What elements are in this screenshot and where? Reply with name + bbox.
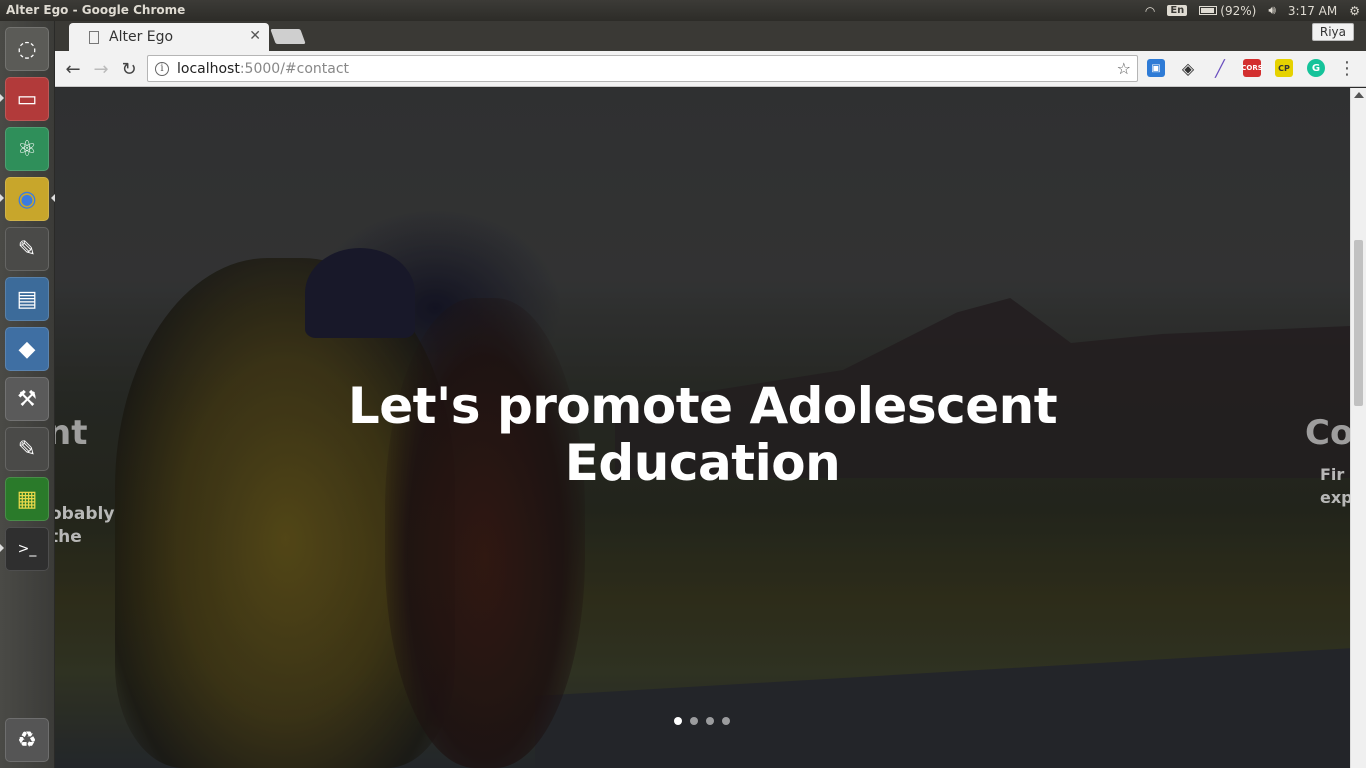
- prev-slide-text-line: the: [55, 527, 82, 547]
- wifi-icon[interactable]: ◠: [1145, 4, 1155, 18]
- carousel-dot-2[interactable]: [690, 717, 698, 725]
- extension-grammarly-icon[interactable]: G: [1307, 59, 1325, 77]
- chrome-menu-icon[interactable]: ⋮: [1338, 58, 1356, 79]
- url-host: localhost: [177, 60, 240, 77]
- site-info-icon[interactable]: i: [155, 61, 169, 76]
- next-slide-text-line: Fir: [1320, 465, 1345, 484]
- image-viewer-icon[interactable]: ▤: [5, 277, 49, 321]
- volume-icon[interactable]: 🔊︎: [1268, 3, 1276, 18]
- chrome-icon[interactable]: ◉: [5, 177, 49, 221]
- launcher: ◌ ▭ ⚛ ◉ ✎ ▤ ◆ ⚒ ✎ ▦ >_ ♻: [0, 21, 55, 768]
- launcher-running-pip: [0, 544, 4, 552]
- puzzle-game-icon[interactable]: ▦: [5, 477, 49, 521]
- virtualbox-icon[interactable]: ◆: [5, 327, 49, 371]
- carousel-dot-3[interactable]: [706, 717, 714, 725]
- prev-slide-text: obably the: [55, 503, 114, 549]
- close-tab-icon[interactable]: ✕: [249, 28, 261, 44]
- browser-tab-strip: Alter Ego ✕ Riya: [55, 21, 1366, 51]
- bookmark-star-icon[interactable]: ☆: [1117, 59, 1131, 78]
- files-icon[interactable]: ▭: [5, 77, 49, 121]
- extension-window-icon[interactable]: ▣: [1147, 59, 1165, 77]
- launcher-running-pip: [0, 194, 4, 202]
- scroll-up-arrow-icon[interactable]: [1354, 92, 1364, 98]
- page-scrollbar[interactable]: [1350, 88, 1366, 768]
- system-top-panel: Alter Ego - Google Chrome ◠ En (92%) 🔊︎ …: [0, 0, 1366, 21]
- atom-editor-icon[interactable]: ⚛: [5, 127, 49, 171]
- url-path: :5000/#contact: [239, 60, 350, 77]
- clock[interactable]: 3:17 AM: [1288, 4, 1337, 18]
- battery-indicator[interactable]: (92%): [1199, 4, 1256, 18]
- ubuntu-dash-icon[interactable]: ◌: [5, 27, 49, 71]
- trash-icon[interactable]: ♻: [5, 718, 49, 762]
- extension-diamond-icon[interactable]: ◈: [1179, 59, 1197, 78]
- hero-carousel: nt obably the Let's promote Adolescent E…: [55, 88, 1350, 768]
- next-slide-text: Fir exp: [1320, 463, 1350, 509]
- window-title: Alter Ego - Google Chrome: [6, 3, 186, 17]
- carousel-dot-4[interactable]: [722, 717, 730, 725]
- prev-slide-title: nt: [55, 413, 88, 453]
- system-indicators: ◠ En (92%) 🔊︎ 3:17 AM ⚙: [1145, 0, 1360, 21]
- reload-icon[interactable]: ↻: [117, 57, 141, 81]
- extension-cors-icon[interactable]: CORS: [1241, 59, 1263, 77]
- text-editor-2-icon[interactable]: ✎: [5, 427, 49, 471]
- back-arrow-icon[interactable]: ←: [61, 57, 85, 81]
- extension-cp-icon[interactable]: CP: [1275, 59, 1293, 77]
- new-tab-button[interactable]: [270, 29, 306, 44]
- carousel-dots: [674, 717, 730, 725]
- battery-icon: [1199, 6, 1218, 15]
- address-bar[interactable]: i localhost:5000/#contact ☆: [147, 55, 1138, 82]
- prev-slide-text-line: obably: [55, 504, 115, 524]
- settings-gear-icon[interactable]: ⚙: [1349, 4, 1360, 18]
- keyboard-layout-indicator[interactable]: En: [1167, 5, 1188, 16]
- text-editor-icon[interactable]: ✎: [5, 227, 49, 271]
- profile-button[interactable]: Riya: [1311, 23, 1354, 41]
- tab-title: Alter Ego: [109, 29, 174, 45]
- extension-eyedropper-icon[interactable]: ╱: [1211, 59, 1229, 78]
- carousel-dot-1[interactable]: [674, 717, 682, 725]
- page-icon: [89, 30, 99, 44]
- next-slide-text-line: exp: [1320, 488, 1350, 507]
- forward-arrow-icon[interactable]: →: [89, 57, 113, 81]
- launcher-running-pip: [0, 94, 4, 102]
- next-slide-title: Co: [1305, 413, 1350, 453]
- tab-alter-ego[interactable]: Alter Ego ✕: [69, 23, 269, 51]
- browser-toolbar: ← → ↻ i localhost:5000/#contact ☆ ▣ ◈ ╱ …: [55, 51, 1366, 87]
- scrollbar-thumb[interactable]: [1354, 240, 1363, 406]
- system-tools-icon[interactable]: ⚒: [5, 377, 49, 421]
- hero-title: Let's promote Adolescent Education: [347, 377, 1058, 492]
- terminal-icon[interactable]: >_: [5, 527, 49, 571]
- battery-percent: (92%): [1220, 3, 1257, 18]
